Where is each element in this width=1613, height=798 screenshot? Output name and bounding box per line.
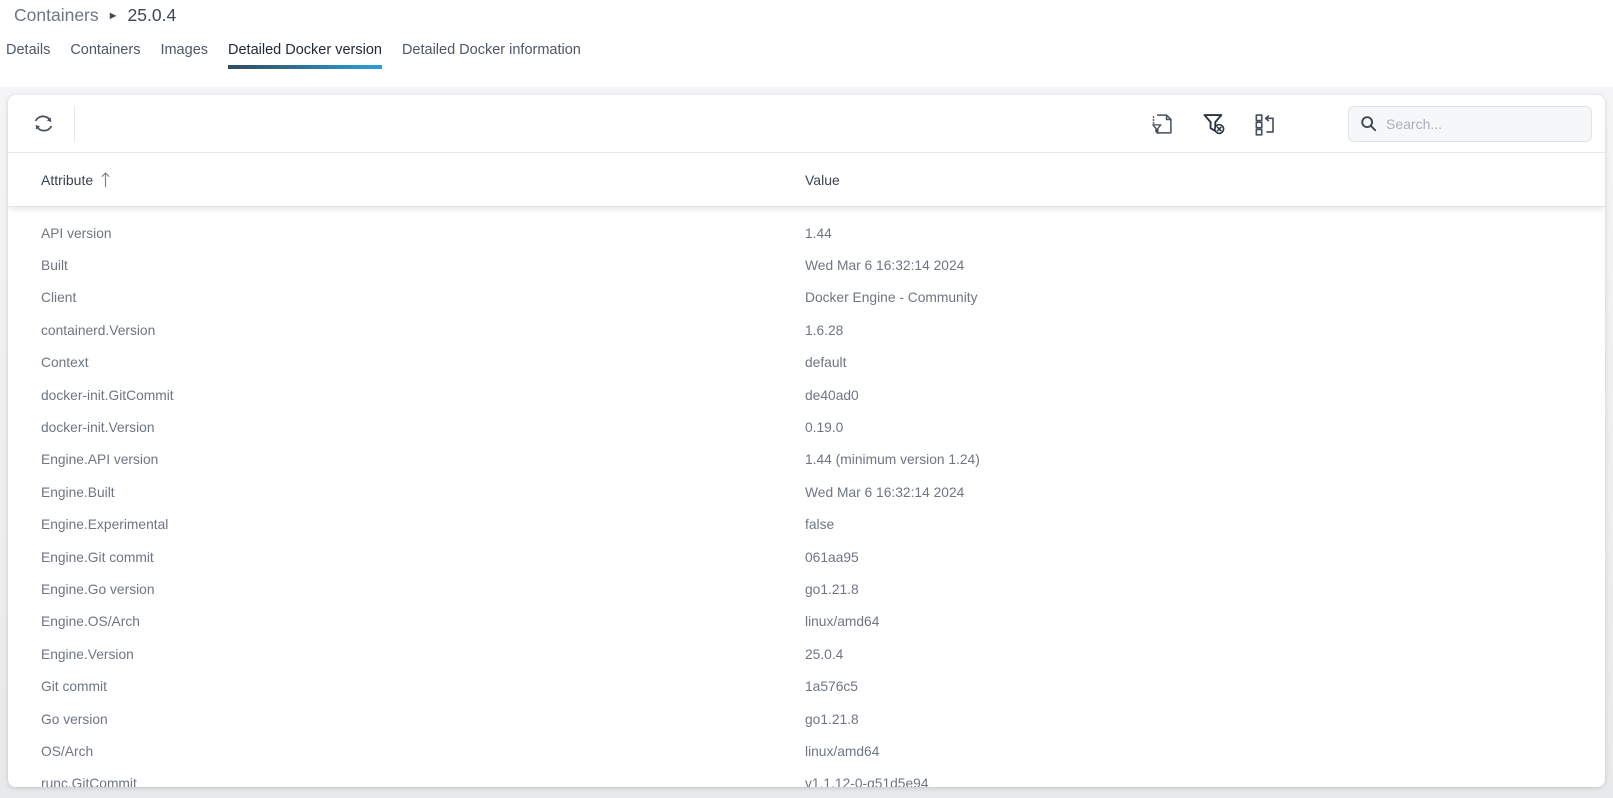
table-row[interactable]: Engine.OS/Arch linux/amd64 bbox=[8, 606, 1605, 638]
search-box bbox=[1348, 106, 1592, 142]
attribute-cell: docker-init.Version bbox=[41, 420, 805, 435]
table-row[interactable]: Engine.Built Wed Mar 6 16:32:14 2024 bbox=[8, 476, 1605, 508]
attribute-cell: Context bbox=[41, 355, 805, 370]
grid-toolbar bbox=[8, 95, 1605, 152]
value-cell: go1.21.8 bbox=[805, 712, 1605, 727]
column-chooser-icon bbox=[1252, 111, 1278, 137]
value-cell: v1.1.12-0-g51d5e94 bbox=[805, 776, 1605, 787]
table-row[interactable]: Engine.Experimental false bbox=[8, 509, 1605, 541]
column-chooser-button[interactable] bbox=[1250, 109, 1280, 139]
search-input[interactable] bbox=[1386, 116, 1581, 132]
value-cell: linux/amd64 bbox=[805, 744, 1605, 759]
breadcrumb-separator-icon: ► bbox=[108, 9, 119, 22]
toolbar-right-icons bbox=[1147, 108, 1314, 139]
attribute-cell: Engine.Built bbox=[41, 485, 805, 500]
value-cell: Docker Engine - Community bbox=[805, 290, 1605, 305]
attribute-cell: Go version bbox=[41, 712, 805, 727]
attribute-cell: API version bbox=[41, 226, 805, 241]
sort-ascending-arrow-icon bbox=[100, 171, 111, 188]
attribute-cell: Git commit bbox=[41, 679, 805, 694]
attribute-cell: OS/Arch bbox=[41, 744, 805, 759]
table-row[interactable]: API version 1.44 bbox=[8, 217, 1605, 249]
table-row[interactable]: Engine.Git commit 061aa95 bbox=[8, 541, 1605, 573]
column-header-attribute-label: Attribute bbox=[41, 172, 93, 188]
attribute-cell: Client bbox=[41, 290, 805, 305]
value-cell: 061aa95 bbox=[805, 550, 1605, 565]
attribute-cell: Engine.Experimental bbox=[41, 517, 805, 532]
value-cell: 25.0.4 bbox=[805, 647, 1605, 662]
breadcrumb-parent[interactable]: Containers bbox=[14, 5, 99, 26]
value-cell: 1.44 (minimum version 1.24) bbox=[805, 452, 1605, 467]
value-cell: 0.19.0 bbox=[805, 420, 1605, 435]
table-row[interactable]: Built Wed Mar 6 16:32:14 2024 bbox=[8, 249, 1605, 281]
tab-bar: Details Containers Images Detailed Docke… bbox=[0, 42, 1613, 69]
grid-card: Attribute Value API version 1.44 Built W… bbox=[8, 95, 1605, 787]
value-cell: 1a576c5 bbox=[805, 679, 1605, 694]
table-row[interactable]: Context default bbox=[8, 347, 1605, 379]
value-cell: Wed Mar 6 16:32:14 2024 bbox=[805, 485, 1605, 500]
value-cell: de40ad0 bbox=[805, 388, 1605, 403]
table-row[interactable]: docker-init.Version 0.19.0 bbox=[8, 411, 1605, 443]
value-cell: 1.6.28 bbox=[805, 323, 1605, 338]
page-header: Containers ► 25.0.4 Details Containers I… bbox=[0, 0, 1613, 87]
clear-filter-icon bbox=[1200, 110, 1227, 137]
table-body: API version 1.44 Built Wed Mar 6 16:32:1… bbox=[8, 207, 1605, 787]
table-row[interactable]: Go version go1.21.8 bbox=[8, 703, 1605, 735]
value-cell: false bbox=[805, 517, 1605, 532]
table-row[interactable]: Git commit 1a576c5 bbox=[8, 670, 1605, 702]
attribute-cell: runc.GitCommit bbox=[41, 776, 805, 787]
breadcrumb-current: 25.0.4 bbox=[128, 5, 177, 26]
attribute-cell: containerd.Version bbox=[41, 323, 805, 338]
column-header-attribute[interactable]: Attribute bbox=[41, 171, 805, 188]
filter-builder-button[interactable] bbox=[1147, 109, 1177, 139]
toolbar-divider bbox=[74, 106, 75, 142]
filter-document-icon bbox=[1149, 111, 1175, 137]
attribute-cell: docker-init.GitCommit bbox=[41, 388, 805, 403]
value-cell: linux/amd64 bbox=[805, 614, 1605, 629]
table-row[interactable]: docker-init.GitCommit de40ad0 bbox=[8, 379, 1605, 411]
value-cell: default bbox=[805, 355, 1605, 370]
column-header-value[interactable]: Value bbox=[805, 172, 1605, 188]
refresh-icon bbox=[30, 110, 57, 137]
table-row[interactable]: Engine.Go version go1.21.8 bbox=[8, 573, 1605, 605]
table-row[interactable]: Engine.API version 1.44 (minimum version… bbox=[8, 444, 1605, 476]
table-row[interactable]: Engine.Version 25.0.4 bbox=[8, 638, 1605, 670]
table-header-row: Attribute Value bbox=[8, 152, 1605, 207]
attribute-cell: Engine.API version bbox=[41, 452, 805, 467]
attribute-cell: Engine.Go version bbox=[41, 582, 805, 597]
attribute-cell: Built bbox=[41, 258, 805, 273]
value-cell: 1.44 bbox=[805, 226, 1605, 241]
refresh-button[interactable] bbox=[28, 108, 59, 139]
table-row[interactable]: Client Docker Engine - Community bbox=[8, 282, 1605, 314]
search-icon bbox=[1359, 114, 1378, 133]
content-area: Attribute Value API version 1.44 Built W… bbox=[0, 87, 1613, 798]
clear-filter-button[interactable] bbox=[1198, 108, 1229, 139]
attribute-cell: Engine.OS/Arch bbox=[41, 614, 805, 629]
tab-detailed-docker-information[interactable]: Detailed Docker information bbox=[402, 42, 581, 69]
tab-details[interactable]: Details bbox=[6, 42, 50, 69]
tab-images[interactable]: Images bbox=[160, 42, 208, 69]
breadcrumb: Containers ► 25.0.4 bbox=[0, 0, 1613, 26]
attribute-cell: Engine.Version bbox=[41, 647, 805, 662]
table-row[interactable]: runc.GitCommit v1.1.12-0-g51d5e94 bbox=[8, 768, 1605, 787]
tab-detailed-docker-version[interactable]: Detailed Docker version bbox=[228, 42, 382, 69]
value-cell: Wed Mar 6 16:32:14 2024 bbox=[805, 258, 1605, 273]
attribute-cell: Engine.Git commit bbox=[41, 550, 805, 565]
value-cell: go1.21.8 bbox=[805, 582, 1605, 597]
table-row[interactable]: containerd.Version 1.6.28 bbox=[8, 314, 1605, 346]
tab-containers[interactable]: Containers bbox=[70, 42, 140, 69]
table-row[interactable]: OS/Arch linux/amd64 bbox=[8, 735, 1605, 767]
